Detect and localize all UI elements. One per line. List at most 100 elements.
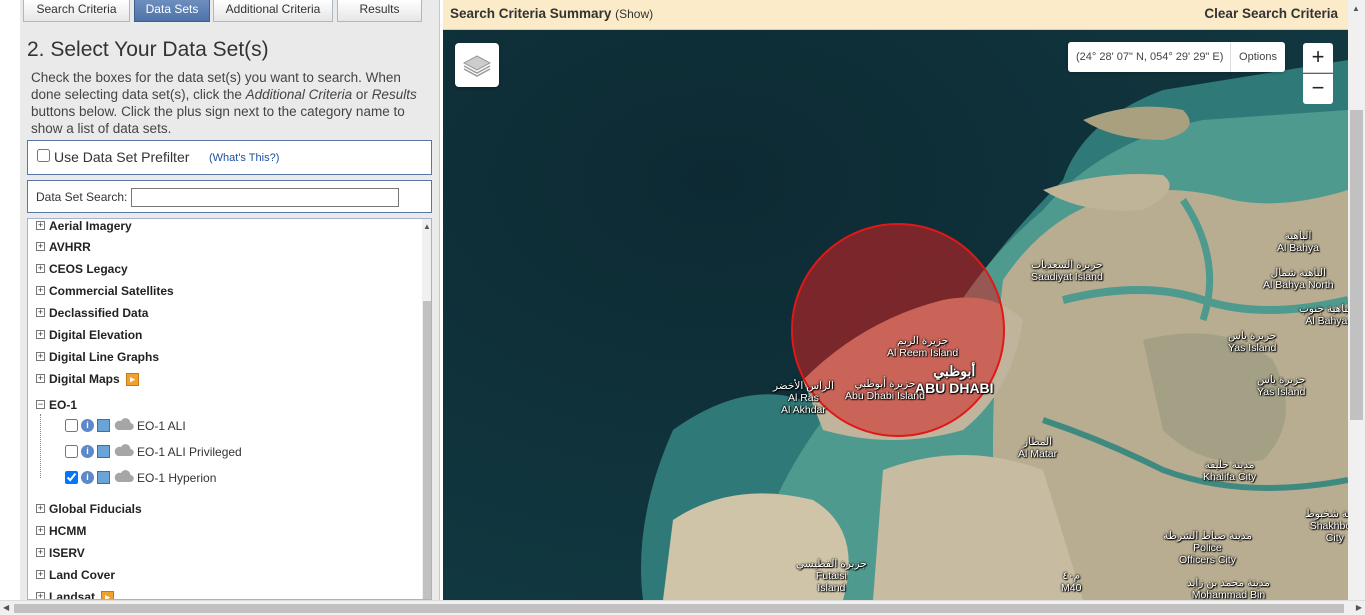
label-english: Saadiyat Island — [1031, 271, 1103, 283]
cloud-icon — [114, 418, 134, 431]
expand-icon[interactable]: + — [36, 308, 45, 317]
tab-search-criteria[interactable]: Search Criteria — [23, 0, 130, 22]
instructions-text: Check the boxes for the data set(s) you … — [31, 69, 426, 137]
footprint-icon[interactable] — [97, 471, 110, 484]
tree-connector — [40, 414, 41, 478]
footprint-icon[interactable] — [97, 419, 110, 432]
dataset-search-input[interactable] — [131, 188, 399, 207]
coordinate-readout: (24° 28' 07" N, 054° 29' 29" E) Options — [1068, 42, 1285, 72]
scroll-up-icon[interactable]: ▲ — [1352, 4, 1360, 13]
expand-icon[interactable]: + — [36, 592, 45, 599]
footprint-icon[interactable] — [97, 445, 110, 458]
page-horizontal-scrollbar[interactable]: ◀ ▶ — [0, 600, 1365, 615]
expand-icon[interactable]: + — [36, 352, 45, 361]
label-english: Al Bahya — [1305, 315, 1348, 327]
map-label-abu-dhabi: أبوظبي ABU DHABI — [915, 363, 994, 396]
label-english: Mohammad Bin — [1191, 589, 1266, 600]
map-area[interactable]: Search Criteria Summary (Show) Clear Sea… — [443, 0, 1348, 600]
label-english: Yas Island — [1257, 386, 1306, 398]
label-arabic: مدينة ضباط الشرطة — [1163, 530, 1252, 542]
dataset-checkbox[interactable] — [65, 471, 78, 484]
scroll-right-icon[interactable]: ▶ — [1356, 603, 1362, 612]
label-arabic: جزيرة ياس — [1257, 374, 1306, 386]
layers-button[interactable] — [455, 43, 499, 87]
map-label-al-reem: جزيرة الريم Al Reem Island — [887, 335, 958, 359]
map-label-shakhbout: مدينة شخبوطShakhboutCity — [1305, 508, 1348, 544]
options-button[interactable]: Options — [1230, 42, 1285, 72]
label-arabic: مدينة شخبوط — [1305, 508, 1348, 520]
search-criteria-summary-bar: Search Criteria Summary (Show) Clear Sea… — [443, 0, 1348, 30]
tab-data-sets[interactable]: Data Sets — [134, 0, 210, 22]
info-icon[interactable]: i — [81, 471, 94, 484]
label-english: Al Ras — [787, 392, 819, 404]
label-english: Yas Island — [1228, 342, 1277, 354]
label-arabic: الباهية — [1284, 230, 1312, 242]
page-vertical-scrollbar[interactable]: ▲ — [1348, 0, 1365, 600]
tree-scroll-thumb[interactable] — [423, 301, 431, 599]
expand-icon[interactable]: + — [36, 548, 45, 557]
tree-scrollbar[interactable]: ▲ — [422, 219, 431, 599]
label-arabic: جزيرة أبوظبي — [854, 378, 916, 390]
info-icon[interactable]: i — [81, 445, 94, 458]
map-label-saadiyat: جزيرة السعديات Saadiyat Island — [1031, 259, 1103, 283]
label-arabic: المطار — [1023, 436, 1053, 448]
map-label-m40: م٤٠ M40 — [1061, 570, 1081, 594]
satellite-map[interactable] — [443, 0, 1348, 600]
instructions-part: buttons below. Click the plus sign next … — [31, 104, 405, 136]
label-english: Al Bahya — [1277, 242, 1320, 254]
summary-show-link[interactable]: (Show) — [615, 7, 653, 21]
category-label: Digital Maps — [49, 372, 120, 386]
whats-this-link[interactable]: (What's This?) — [209, 152, 279, 164]
expand-icon[interactable]: + — [36, 374, 45, 383]
label-english: Al Matar — [1018, 448, 1058, 460]
expand-icon[interactable]: + — [36, 330, 45, 339]
label-english: Khalifa City — [1203, 471, 1257, 483]
map-label-police-officers-city: مدينة ضباط الشرطة Police Officers City — [1163, 530, 1252, 566]
label-arabic: جزيرة الريم — [896, 335, 949, 347]
label-english: City — [1325, 532, 1344, 544]
info-icon[interactable]: i — [81, 419, 94, 432]
map-label-al-ras-al-akhdar: الراس الأخضر Al Ras Al Akhdar — [773, 380, 834, 416]
instructions-part: or — [352, 87, 372, 102]
dataset-checkbox[interactable] — [65, 445, 78, 458]
label-arabic: جزيرة الفطيسي — [796, 558, 867, 570]
expand-icon[interactable]: + — [36, 264, 45, 273]
expand-icon[interactable]: + — [36, 286, 45, 295]
tab-results[interactable]: Results — [337, 0, 422, 22]
page-scroll-thumb[interactable] — [1350, 110, 1363, 420]
dataset-search-box: Data Set Search: — [27, 180, 432, 213]
tab-additional-criteria[interactable]: Additional Criteria — [213, 0, 333, 22]
new-icon: ▸ — [126, 373, 139, 386]
summary-title-text: Search Criteria Summary — [450, 6, 612, 21]
scroll-up-icon[interactable]: ▲ — [423, 222, 431, 231]
expand-icon[interactable]: + — [36, 242, 45, 251]
label-english: Al Akhdar — [780, 404, 826, 416]
category-label: EO-1 — [49, 398, 78, 412]
prefilter-checkbox[interactable] — [37, 149, 50, 162]
scroll-left-icon[interactable]: ◀ — [3, 603, 9, 612]
horizontal-scroll-thumb[interactable] — [14, 604, 1344, 613]
dataset-label: EO-1 ALI Privileged — [137, 445, 242, 459]
zoom-out-button[interactable]: − — [1303, 74, 1333, 104]
expand-icon[interactable]: + — [36, 221, 45, 230]
clear-search-criteria-button[interactable]: Clear Search Criteria — [1204, 6, 1338, 21]
label-english: Shakhbout — [1309, 520, 1348, 532]
page-title: 2. Select Your Data Set(s) — [27, 38, 269, 61]
dataset-checkbox[interactable] — [65, 419, 78, 432]
category-label: Aerial Imagery — [49, 219, 132, 233]
label-arabic: مدينة محمد بن زايد — [1187, 577, 1270, 589]
label-arabic: أبوظبي — [933, 363, 976, 379]
dataset-panel: Search Criteria Data Sets Additional Cri… — [20, 0, 440, 600]
collapse-icon[interactable]: − — [36, 400, 45, 409]
expand-icon[interactable]: + — [36, 504, 45, 513]
prefilter-box: Use Data Set Prefilter (What's This?) — [27, 140, 432, 175]
zoom-in-button[interactable]: + — [1303, 43, 1333, 73]
tab-bar: Search Criteria Data Sets Additional Cri… — [20, 0, 440, 22]
expand-icon[interactable]: + — [36, 526, 45, 535]
dataset-search-label: Data Set Search: — [36, 190, 128, 204]
map-label-al-bahya-north: الباهية شمال Al Bahya North — [1263, 267, 1334, 291]
label-arabic: جزيرة ياس — [1228, 330, 1277, 342]
label-english: Al Bahya North — [1263, 279, 1334, 291]
expand-icon[interactable]: + — [36, 570, 45, 579]
label-english: M40 — [1061, 582, 1082, 594]
